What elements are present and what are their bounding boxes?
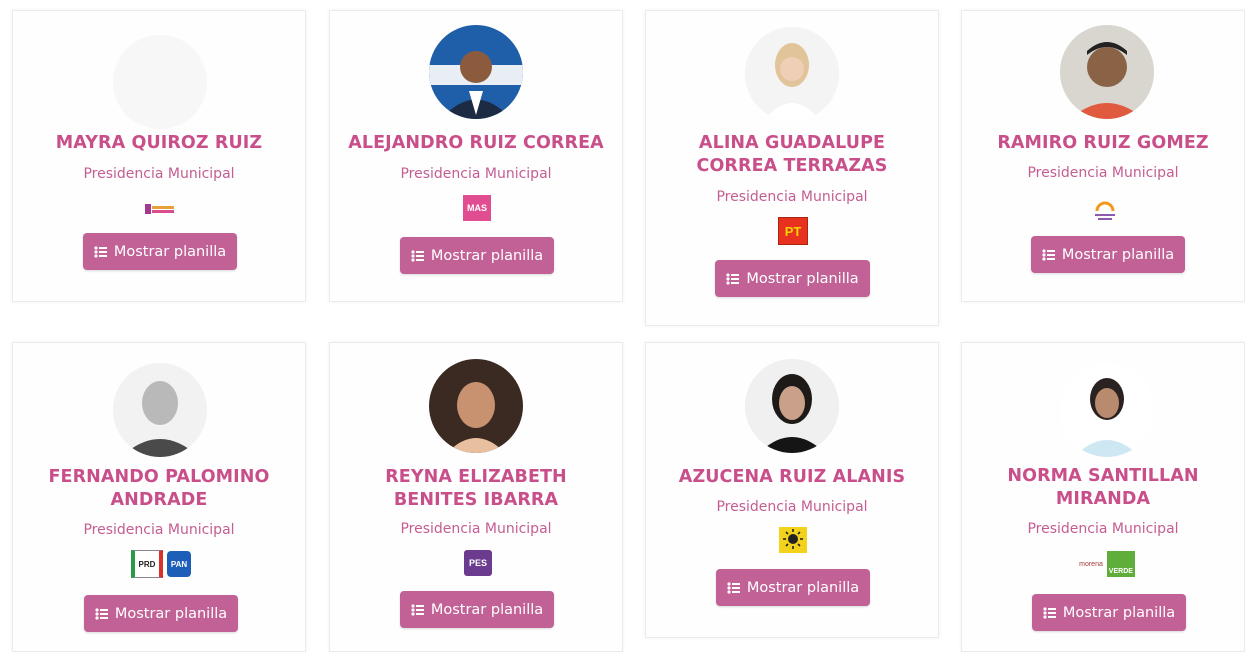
candidate-name: MAYRA QUIROZ RUIZ <box>55 133 263 153</box>
party-logo: MAS <box>462 194 492 222</box>
party-logo: PRD PAN <box>131 549 191 579</box>
button-label: Mostrar planilla <box>430 601 544 618</box>
candidate-name: FERNANDO PALOMINO ANDRADE <box>48 467 270 510</box>
show-slate-button[interactable]: Mostrar planilla <box>1031 236 1185 273</box>
verde-logo: VERDE <box>1106 551 1135 577</box>
party-logo: PT <box>778 217 808 245</box>
list-icon <box>1042 248 1056 261</box>
list-icon <box>726 272 740 285</box>
candidate-photo <box>1060 25 1154 119</box>
candidate-role: Presidencia Municipal <box>716 499 868 515</box>
candidate-role: Presidencia Municipal <box>716 189 868 205</box>
candidate-card: FERNANDO PALOMINO ANDRADE Presidencia Mu… <box>12 342 306 652</box>
candidate-card: REYNA ELIZABETH BENITES IBARRA Presidenc… <box>329 342 623 652</box>
list-icon <box>1043 606 1057 619</box>
candidate-photo <box>113 363 207 457</box>
candidate-photo <box>429 359 523 453</box>
candidate-card: AZUCENA RUIZ ALANIS Presidencia Municipa… <box>645 342 939 638</box>
candidate-card: ALINA GUADALUPE CORREA TERRAZAS Presiden… <box>645 10 939 326</box>
show-slate-button[interactable]: Mostrar planilla <box>715 260 870 297</box>
candidate-name: ALINA GUADALUPE CORREA TERRAZAS <box>696 133 888 176</box>
candidate-card: MAYRA QUIROZ RUIZ Presidencia Municipal … <box>12 10 306 302</box>
candidate-name: AZUCENA RUIZ ALANIS <box>678 467 906 487</box>
party-logo: morena VERDE <box>1070 549 1144 579</box>
candidate-photo <box>1060 363 1154 457</box>
candidate-photo <box>429 25 523 119</box>
morena-logo: morena <box>1079 560 1103 568</box>
button-label: Mostrar planilla <box>746 579 860 596</box>
candidate-photo <box>745 27 839 121</box>
pt-logo: PT <box>778 217 808 245</box>
candidate-card: RAMIRO RUIZ GOMEZ Presidencia Municipal … <box>961 10 1245 302</box>
button-label: Mostrar planilla <box>1061 246 1175 263</box>
candidate-card: ALEJANDRO RUIZ CORREA Presidencia Munici… <box>329 10 623 302</box>
pes-logo: PES <box>464 550 492 576</box>
list-icon <box>411 603 425 616</box>
list-icon <box>95 607 109 620</box>
list-icon <box>94 245 108 258</box>
candidate-name: NORMA SANTILLAN MIRANDA <box>1007 466 1199 509</box>
party-logo <box>778 526 808 554</box>
party-logo <box>144 201 176 217</box>
candidate-role: Presidencia Municipal <box>83 522 235 538</box>
button-label: Mostrar planilla <box>746 270 859 287</box>
party-logo: PES <box>463 549 493 577</box>
candidate-name: ALEJANDRO RUIZ CORREA <box>348 133 604 153</box>
show-slate-button[interactable]: Mostrar planilla <box>716 569 870 606</box>
show-slate-button[interactable]: Mostrar planilla <box>400 237 554 274</box>
prd-logo: PRD <box>131 550 163 578</box>
button-label: Mostrar planilla <box>1062 604 1176 621</box>
button-label: Mostrar planilla <box>114 605 228 622</box>
show-slate-button[interactable]: Mostrar planilla <box>400 591 554 628</box>
button-label: Mostrar planilla <box>430 247 544 264</box>
show-slate-button[interactable]: Mostrar planilla <box>1032 594 1186 631</box>
candidate-role: Presidencia Municipal <box>400 166 552 182</box>
button-label: Mostrar planilla <box>113 243 227 260</box>
candidate-name: REYNA ELIZABETH BENITES IBARRA <box>385 467 567 510</box>
pan-logo: PAN <box>167 551 191 577</box>
party-logo <box>1090 195 1120 223</box>
candidate-role: Presidencia Municipal <box>1027 165 1179 181</box>
list-icon <box>411 249 425 262</box>
candidate-role: Presidencia Municipal <box>400 521 552 537</box>
candidate-photo <box>745 359 839 453</box>
show-slate-button[interactable]: Mostrar planilla <box>83 233 237 270</box>
show-slate-button[interactable]: Mostrar planilla <box>84 595 238 632</box>
list-icon <box>727 581 741 594</box>
candidate-name: RAMIRO RUIZ GOMEZ <box>997 133 1209 153</box>
candidate-role: Presidencia Municipal <box>1027 521 1179 537</box>
mas-logo: MAS <box>463 195 491 221</box>
candidate-role: Presidencia Municipal <box>83 166 235 182</box>
candidate-photo <box>113 35 207 129</box>
candidate-card: NORMA SANTILLAN MIRANDA Presidencia Muni… <box>961 342 1245 652</box>
